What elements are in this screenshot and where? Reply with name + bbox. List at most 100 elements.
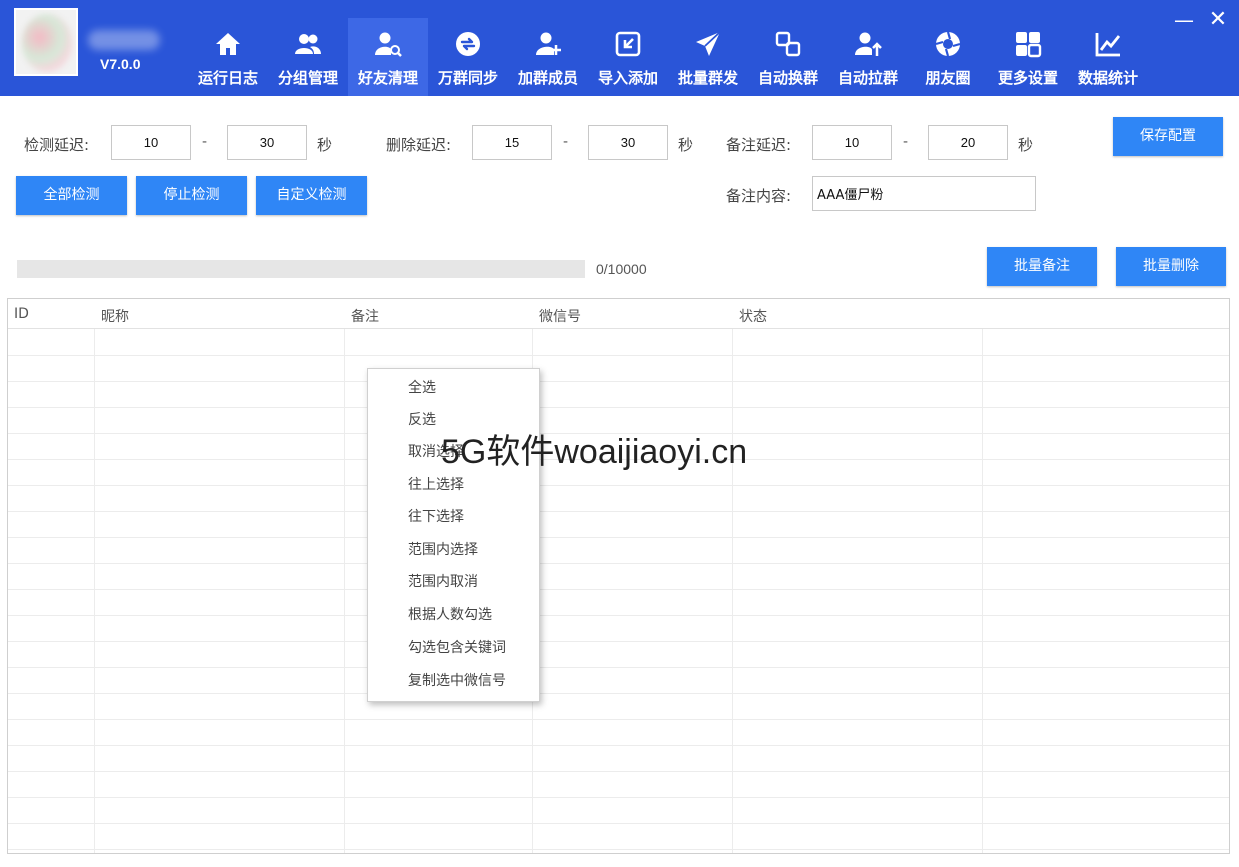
nav-label: 朋友圈 xyxy=(925,69,971,87)
table-column-line xyxy=(732,329,733,853)
table-row-line xyxy=(8,563,1229,564)
table-row-line xyxy=(8,641,1229,642)
batch-remark-button[interactable]: 批量备注 xyxy=(987,247,1097,286)
close-button[interactable]: ✕ xyxy=(1208,8,1228,32)
delete-delay-min-input[interactable] xyxy=(472,125,552,160)
delete-delay-max-input[interactable] xyxy=(588,125,668,160)
range-dash: - xyxy=(563,134,569,150)
nav-data-stats[interactable]: 数据统计 xyxy=(1068,18,1148,96)
grid-icon xyxy=(1016,32,1042,58)
remark-delay-max-input[interactable] xyxy=(928,125,1008,160)
swap-icon xyxy=(775,31,801,57)
table-row-line xyxy=(8,381,1229,382)
detect-delay-max-input[interactable] xyxy=(227,125,307,160)
nav-label: 自动拉群 xyxy=(837,69,898,87)
nav-label: 好友清理 xyxy=(357,69,418,87)
delete-delay-label: 删除延迟: xyxy=(386,136,452,154)
top-bar: V7.0.0 运行日志 分组管理 好友清理 万群同步 加群成员 导入添加 批量群 xyxy=(0,0,1239,96)
seconds-label: 秒 xyxy=(1018,136,1034,154)
nav-label: 数据统计 xyxy=(1077,69,1138,87)
menu-deselect-range[interactable]: 范围内取消 xyxy=(368,567,539,597)
column-status[interactable]: 状态 xyxy=(739,306,767,326)
column-remark[interactable]: 备注 xyxy=(351,306,379,326)
nav-label: 导入添加 xyxy=(597,69,658,87)
table-row-line xyxy=(8,745,1229,746)
nav-moments[interactable]: 朋友圈 xyxy=(908,18,988,96)
table-row-line xyxy=(8,589,1229,590)
menu-select-by-count[interactable]: 根据人数勾选 xyxy=(368,600,539,630)
nav-more-settings[interactable]: 更多设置 xyxy=(988,18,1068,96)
nav-label: 分组管理 xyxy=(277,69,338,87)
remark-delay-label: 备注延迟: xyxy=(726,136,792,154)
table-row-line xyxy=(8,797,1229,798)
custom-detect-button[interactable]: 自定义检测 xyxy=(256,176,367,215)
stop-detect-button[interactable]: 停止检测 xyxy=(136,176,247,215)
nav-batch-send[interactable]: 批量群发 xyxy=(668,18,748,96)
progress-text: 0/10000 xyxy=(596,261,647,277)
chart-icon xyxy=(1095,33,1121,57)
nav-run-log[interactable]: 运行日志 xyxy=(188,18,268,96)
remark-content-label: 备注内容: xyxy=(726,187,792,205)
user-search-icon xyxy=(375,32,402,57)
menu-select-range[interactable]: 范围内选择 xyxy=(368,535,539,565)
users-icon xyxy=(295,34,321,54)
table-row-line xyxy=(8,849,1229,850)
aperture-icon xyxy=(935,31,961,57)
column-id[interactable]: ID xyxy=(14,306,29,322)
avatar[interactable] xyxy=(14,8,78,76)
pull-user-icon xyxy=(855,32,882,56)
nav-add-members[interactable]: 加群成员 xyxy=(508,18,588,96)
table-column-line xyxy=(94,329,95,853)
context-menu: 全选 反选 取消选择 往上选择 往下选择 范围内选择 范围内取消 根据人数勾选 … xyxy=(367,368,540,702)
range-dash: - xyxy=(202,134,208,150)
column-nickname[interactable]: 昵称 xyxy=(101,306,129,326)
watermark-text: 5G软件woaijiaoyi.cn xyxy=(441,433,748,471)
table-row-line xyxy=(8,485,1229,486)
column-wechat-id[interactable]: 微信号 xyxy=(539,306,581,326)
nav-import-add[interactable]: 导入添加 xyxy=(588,18,668,96)
remark-content-input[interactable] xyxy=(812,176,1036,211)
username-blurred xyxy=(88,30,160,50)
nav-label: 万群同步 xyxy=(437,69,498,87)
user-add-icon xyxy=(536,32,561,55)
detect-delay-min-input[interactable] xyxy=(111,125,191,160)
table-row-line xyxy=(8,511,1229,512)
batch-delete-button[interactable]: 批量删除 xyxy=(1116,247,1226,286)
menu-select-by-keyword[interactable]: 勾选包含关键词 xyxy=(368,633,539,663)
table-row-line xyxy=(8,693,1229,694)
version-label: V7.0.0 xyxy=(100,56,141,72)
friend-table[interactable]: ID 昵称 备注 微信号 状态 xyxy=(7,298,1230,854)
nav-label: 运行日志 xyxy=(197,69,258,87)
menu-select-down[interactable]: 往下选择 xyxy=(368,502,539,532)
table-row-line xyxy=(8,615,1229,616)
menu-copy-wechat-ids[interactable]: 复制选中微信号 xyxy=(368,666,539,696)
table-column-line xyxy=(344,329,345,853)
nav-group-sync[interactable]: 万群同步 xyxy=(428,18,508,96)
send-icon xyxy=(696,31,721,56)
nav-group-manage[interactable]: 分组管理 xyxy=(268,18,348,96)
nav-label: 加群成员 xyxy=(517,69,578,87)
detect-all-button[interactable]: 全部检测 xyxy=(16,176,127,215)
minimize-button[interactable]: — xyxy=(1174,8,1194,32)
seconds-label: 秒 xyxy=(678,136,694,154)
menu-select-up[interactable]: 往上选择 xyxy=(368,470,539,500)
avatar-image xyxy=(22,14,72,72)
range-dash: - xyxy=(903,134,909,150)
table-row-line xyxy=(8,719,1229,720)
save-config-button[interactable]: 保存配置 xyxy=(1113,117,1223,156)
seconds-label: 秒 xyxy=(317,136,333,154)
detect-delay-label: 检测延迟: xyxy=(24,136,90,154)
progress-bar xyxy=(17,260,585,278)
nav-friend-clean[interactable]: 好友清理 xyxy=(348,18,428,96)
nav-auto-pull-group[interactable]: 自动拉群 xyxy=(828,18,908,96)
menu-select-all[interactable]: 全选 xyxy=(368,373,539,403)
nav-label: 更多设置 xyxy=(997,69,1058,87)
sync-icon xyxy=(456,32,480,56)
table-row-line xyxy=(8,823,1229,824)
nav-auto-switch-group[interactable]: 自动换群 xyxy=(748,18,828,96)
table-row-line xyxy=(8,771,1229,772)
main-nav: 运行日志 分组管理 好友清理 万群同步 加群成员 导入添加 批量群发 自动换群 xyxy=(188,18,1148,96)
table-row-line xyxy=(8,667,1229,668)
remark-delay-min-input[interactable] xyxy=(812,125,892,160)
nav-label: 批量群发 xyxy=(677,69,738,87)
